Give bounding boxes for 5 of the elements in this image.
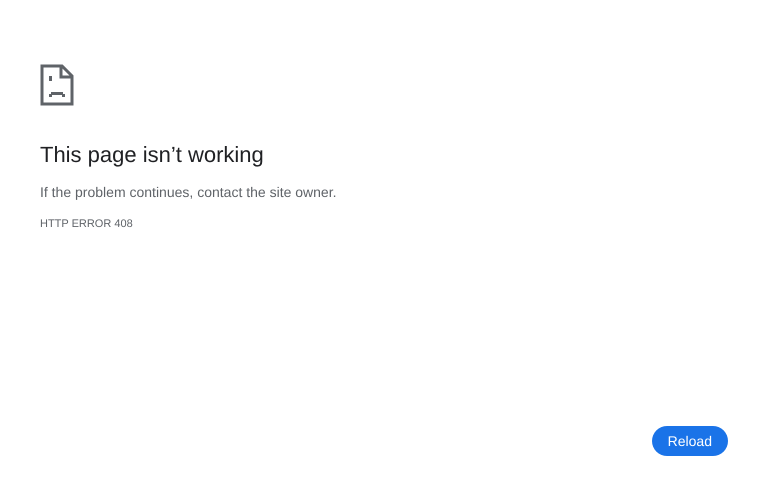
error-heading: This page isn’t working bbox=[40, 141, 264, 169]
sad-page-icon bbox=[40, 64, 74, 106]
reload-button[interactable]: Reload bbox=[652, 426, 728, 456]
error-message: If the problem continues, contact the site owner. bbox=[40, 183, 337, 202]
error-code: HTTP ERROR 408 bbox=[40, 217, 133, 232]
